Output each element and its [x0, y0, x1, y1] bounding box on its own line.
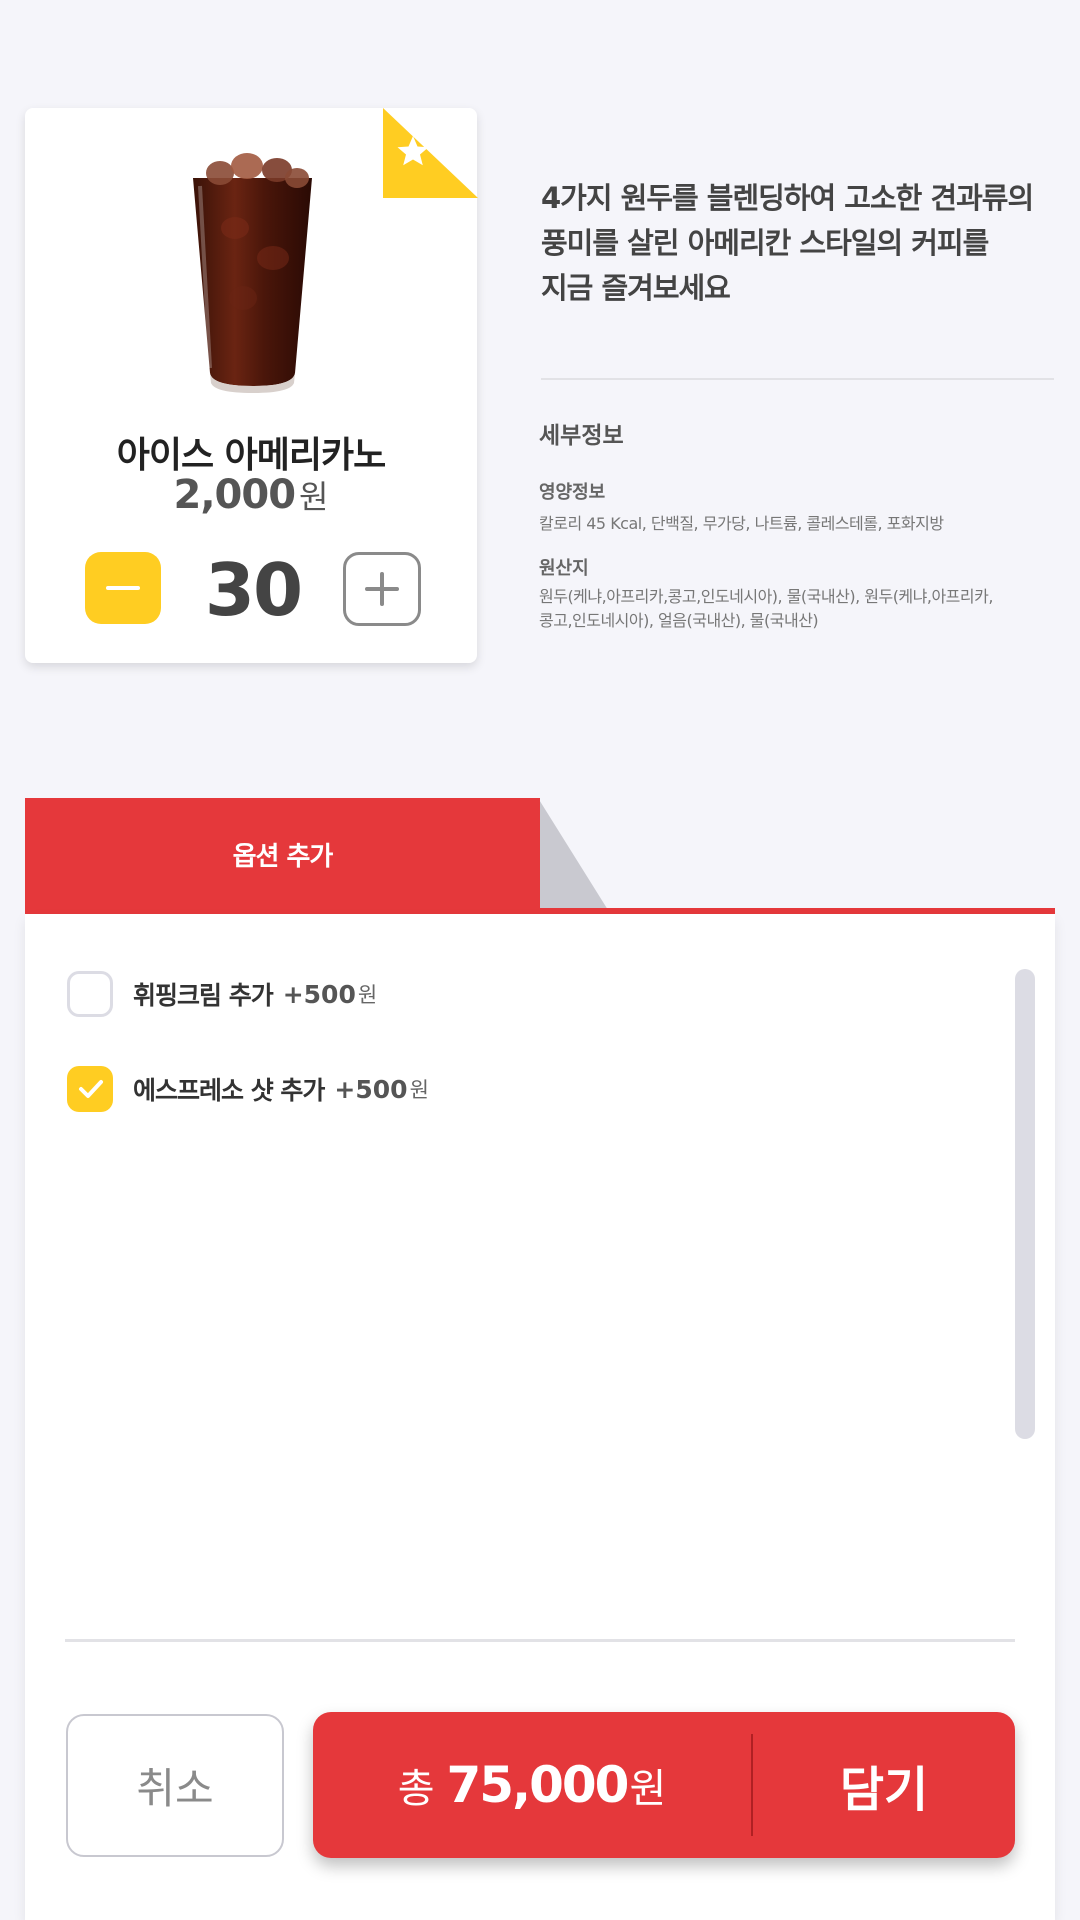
total-prefix: 총 — [397, 1766, 435, 1812]
total-amount: 75,000 — [446, 1756, 630, 1814]
option-espresso-shot[interactable]: 에스프레소 샷 추가 +500 원 — [67, 1063, 429, 1115]
decrease-quantity-button[interactable] — [85, 552, 161, 624]
description-line: 4가지 원두를 블렌딩하여 고소한 견과류의 — [541, 181, 1034, 215]
origin-text: 원두(케냐,아프리카,콩고,인도네시아), 물(국내산), 원두(케냐,아프리카… — [539, 585, 1059, 633]
cancel-button[interactable]: 취소 — [66, 1714, 284, 1857]
product-price: 2,000 원 — [25, 472, 477, 518]
espresso-shot-checkbox[interactable] — [67, 1066, 113, 1112]
tab-shadow — [538, 798, 608, 910]
description-line: 풍미를 살린 아메리칸 스타일의 커피를 — [541, 226, 989, 260]
option-unit: 원 — [357, 983, 378, 1007]
nutrition-label: 영양정보 — [539, 482, 606, 503]
divider — [541, 378, 1054, 380]
whipped-cream-checkbox[interactable] — [67, 971, 113, 1017]
option-whipped-cream[interactable]: 휘핑크림 추가 +500 원 — [67, 968, 377, 1020]
product-name: 아이스 아메리카노 — [116, 435, 387, 476]
product-description: 4가지 원두를 블렌딩하여 고소한 견과류의 풍미를 살린 아메리칸 스타일의 … — [541, 176, 1061, 311]
divider — [65, 1639, 1015, 1642]
option-unit: 원 — [409, 1078, 429, 1102]
origin-line: 원두(케냐,아프리카,콩고,인도네시아), 물(국내산), 원두(케냐,아프리카… — [539, 587, 993, 606]
price-unit: 원 — [299, 478, 329, 516]
tab-option-add[interactable]: 옵션 추가 — [25, 798, 540, 910]
total-unit: 원 — [629, 1766, 667, 1812]
option-label: 에스프레소 샷 추가 — [133, 1076, 325, 1105]
option-label: 휘핑크림 추가 — [133, 981, 274, 1010]
description-line: 지금 즐겨보세요 — [541, 271, 731, 305]
add-label: 담기 — [839, 1762, 929, 1818]
total-price: 총 75,000 원 — [313, 1712, 751, 1858]
increase-quantity-button[interactable] — [343, 552, 421, 626]
check-icon — [79, 1080, 103, 1098]
add-to-cart-button[interactable]: 총 75,000 원 담기 — [313, 1712, 1015, 1858]
options-panel: 휘핑크림 추가 +500 원 에스프레소 샷 추가 +500 원 취소 총 75,0… — [25, 914, 1055, 1920]
nutrition-text: 칼로리 45 Kcal, 단백질, 무가당, 나트륨, 콜레스테롤, 포화지방 — [539, 514, 944, 533]
quantity-value: 30 — [204, 548, 303, 632]
option-price: +500 — [282, 979, 356, 1009]
origin-label: 원산지 — [539, 558, 589, 579]
option-price: +500 — [334, 1074, 408, 1104]
iced-americano-image — [193, 153, 312, 393]
options-scrollbar[interactable] — [1015, 969, 1035, 1439]
origin-line: 콩고,인도네시아), 얼음(국내산), 물(국내산) — [539, 611, 819, 630]
price-value: 2,000 — [173, 472, 297, 518]
favorite-badge[interactable] — [383, 108, 478, 198]
details-title: 세부정보 — [539, 423, 624, 449]
